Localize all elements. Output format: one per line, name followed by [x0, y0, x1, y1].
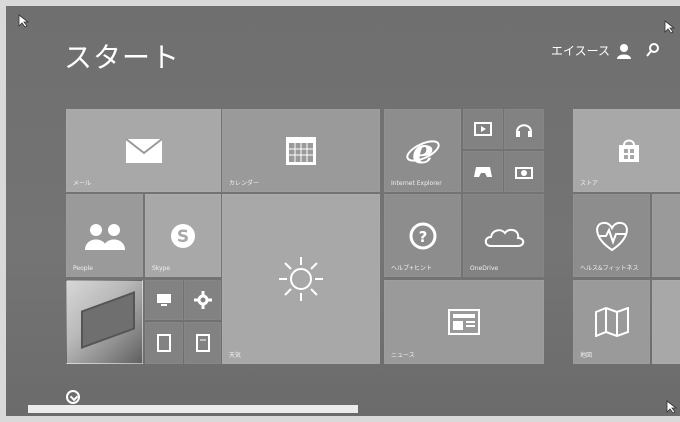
tile-label: カレンダー [229, 180, 260, 187]
internet-explorer-icon: e [405, 133, 440, 169]
sun-icon [279, 257, 323, 301]
skype-icon: S [171, 223, 195, 248]
tile-help[interactable]: ? ヘルプ+ヒント [384, 194, 461, 277]
tile-label: ストア [580, 180, 599, 187]
tile-food[interactable] [652, 194, 680, 277]
tile-maps[interactable]: 地図 [573, 280, 650, 364]
computer-icon [157, 294, 171, 306]
tile-skype[interactable]: S Skype [145, 194, 221, 277]
camera-icon [515, 166, 533, 179]
svg-text:e: e [412, 133, 434, 169]
heart-pulse-icon [595, 221, 628, 251]
desktop-screen-image [81, 291, 135, 349]
newspaper-icon [448, 309, 480, 335]
envelope-icon [124, 137, 163, 163]
user-avatar-icon [617, 43, 631, 59]
tile-internet-explorer[interactable]: e Internet Explorer [384, 109, 461, 192]
svg-text:?: ? [418, 228, 427, 246]
document-icon [195, 334, 210, 352]
tile-files[interactable] [184, 322, 221, 364]
all-apps-button[interactable] [66, 390, 80, 404]
page-title: スタート [64, 41, 181, 74]
tile-music[interactable] [504, 109, 544, 149]
svg-text:S: S [177, 227, 189, 247]
tile-reading[interactable] [145, 322, 183, 364]
map-icon [594, 307, 629, 337]
tile-label: Internet Explorer [391, 180, 442, 187]
cursor-icon [18, 14, 30, 28]
cloud-icon [484, 228, 524, 247]
shopping-bag-icon [619, 139, 639, 162]
cursor-icon [666, 400, 678, 414]
tile-label: ニュース [391, 352, 415, 359]
headphones-icon [516, 124, 532, 137]
tile-label: 地図 [580, 352, 593, 359]
gear-icon [193, 291, 212, 309]
cursor-icon [664, 20, 676, 34]
tile-label: ヘルプ+ヒント [391, 265, 433, 272]
search-icon[interactable] [646, 42, 660, 58]
tile-label: People [73, 265, 93, 272]
video-icon [474, 122, 492, 136]
tile-label: Skype [152, 265, 171, 272]
calendar-grid-icon [286, 136, 316, 165]
tile-games[interactable] [463, 151, 503, 192]
user-account[interactable]: エイスース [551, 42, 632, 59]
tile-health[interactable]: ヘルス&フィットネス [573, 194, 650, 277]
tile-people[interactable]: People [66, 194, 143, 277]
tile-desktop[interactable] [66, 280, 143, 364]
tile-news[interactable]: ニュース [384, 280, 544, 364]
tile-camera[interactable] [504, 151, 544, 192]
tile-label: ヘルス&フィットネス [580, 265, 639, 272]
bottom-bar [28, 405, 358, 413]
tile-weather[interactable]: 天気 [222, 194, 380, 364]
question-icon: ? [409, 222, 436, 249]
tile-settings[interactable] [184, 280, 221, 320]
game-controller-icon [474, 166, 492, 177]
tile-label: OneDrive [470, 265, 499, 272]
tile-video[interactable] [463, 109, 503, 149]
tile-this-pc[interactable] [145, 280, 183, 320]
tile-onedrive[interactable]: OneDrive [463, 194, 544, 277]
tile-label: メール [73, 180, 92, 187]
tile-mail[interactable]: メール [66, 109, 221, 192]
tile-calendar[interactable]: カレンダー [222, 109, 380, 192]
book-icon [157, 334, 171, 352]
tile-sports[interactable] [652, 280, 680, 364]
people-icon [84, 223, 125, 250]
user-name: エイスース [550, 44, 610, 58]
start-screen: スタート エイスース メール カレンダー e Internet Explorer… [6, 6, 680, 416]
tile-store[interactable]: ストア [573, 109, 680, 192]
tile-label: 天気 [229, 352, 242, 359]
